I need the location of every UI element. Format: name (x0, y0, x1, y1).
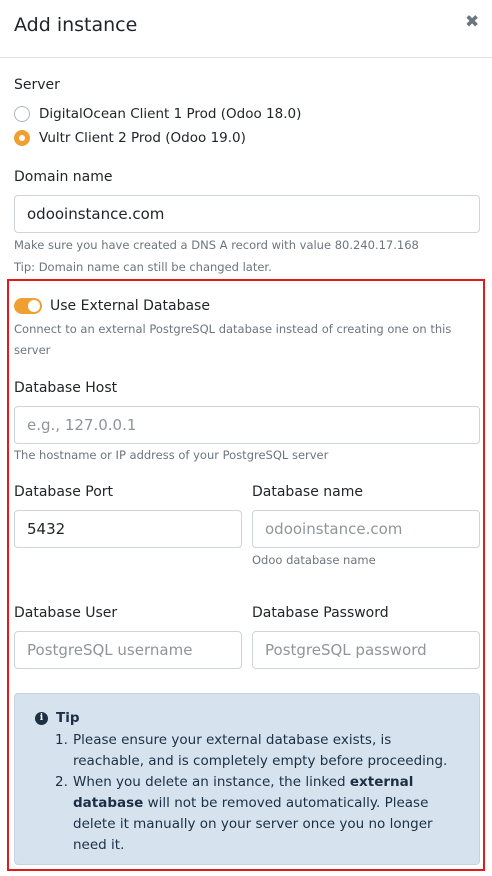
server-option-digitalocean[interactable]: DigitalOcean Client 1 Prod (Odoo 18.0) (14, 104, 301, 124)
db-name-label: Database name (252, 484, 363, 500)
tip-item-text: Please ensure your external database exi… (73, 732, 448, 769)
tip-item: 1. Please ensure your external database … (55, 730, 455, 772)
db-password-label: Database Password (252, 605, 389, 621)
tip-list: 1. Please ensure your external database … (55, 730, 455, 856)
domain-label: Domain name (14, 169, 113, 185)
db-host-input[interactable] (14, 406, 480, 444)
server-option-label: Vultr Client 2 Prod (Odoo 19.0) (39, 130, 246, 146)
db-user-input[interactable] (14, 631, 242, 669)
db-name-input[interactable] (252, 510, 480, 548)
server-label: Server (14, 77, 60, 93)
domain-dns-help: Make sure you have created a DNS A recor… (14, 238, 419, 252)
domain-input[interactable] (14, 195, 480, 233)
tip-callout: i Tip 1. Please ensure your external dat… (14, 693, 480, 865)
external-db-toggle-label: Use External Database (50, 298, 210, 314)
db-port-label: Database Port (14, 484, 114, 500)
modal-header: Add instance ✖ (0, 0, 492, 58)
tip-item-number: 1. (55, 732, 68, 748)
radio-unchecked-icon[interactable] (14, 106, 30, 122)
db-password-input[interactable] (252, 631, 480, 669)
db-host-help: The hostname or IP address of your Postg… (14, 448, 329, 462)
tip-item-text: When you delete an instance, the linked (73, 774, 350, 790)
tip-header: i Tip (35, 710, 80, 726)
server-option-vultr[interactable]: Vultr Client 2 Prod (Odoo 19.0) (14, 128, 246, 148)
external-db-toggle-row[interactable]: Use External Database (14, 296, 210, 316)
toggle-switch[interactable] (14, 298, 42, 314)
radio-checked-icon[interactable] (14, 130, 30, 146)
close-icon[interactable]: ✖ (465, 12, 479, 32)
db-user-label: Database User (14, 605, 118, 621)
db-port-input[interactable] (14, 510, 242, 548)
db-host-label: Database Host (14, 380, 118, 396)
external-db-description-cont: server (14, 343, 51, 357)
modal-title: Add instance (14, 14, 138, 36)
tip-item: 2. When you delete an instance, the link… (55, 772, 455, 856)
info-icon: i (35, 711, 48, 725)
server-option-label: DigitalOcean Client 1 Prod (Odoo 18.0) (39, 106, 302, 122)
domain-tip-help: Tip: Domain name can still be changed la… (14, 260, 272, 274)
external-db-description: Connect to an external PostgreSQL databa… (14, 322, 452, 336)
db-name-help: Odoo database name (252, 553, 376, 567)
tip-title: Tip (56, 710, 80, 726)
tip-item-number: 2. (55, 774, 68, 790)
